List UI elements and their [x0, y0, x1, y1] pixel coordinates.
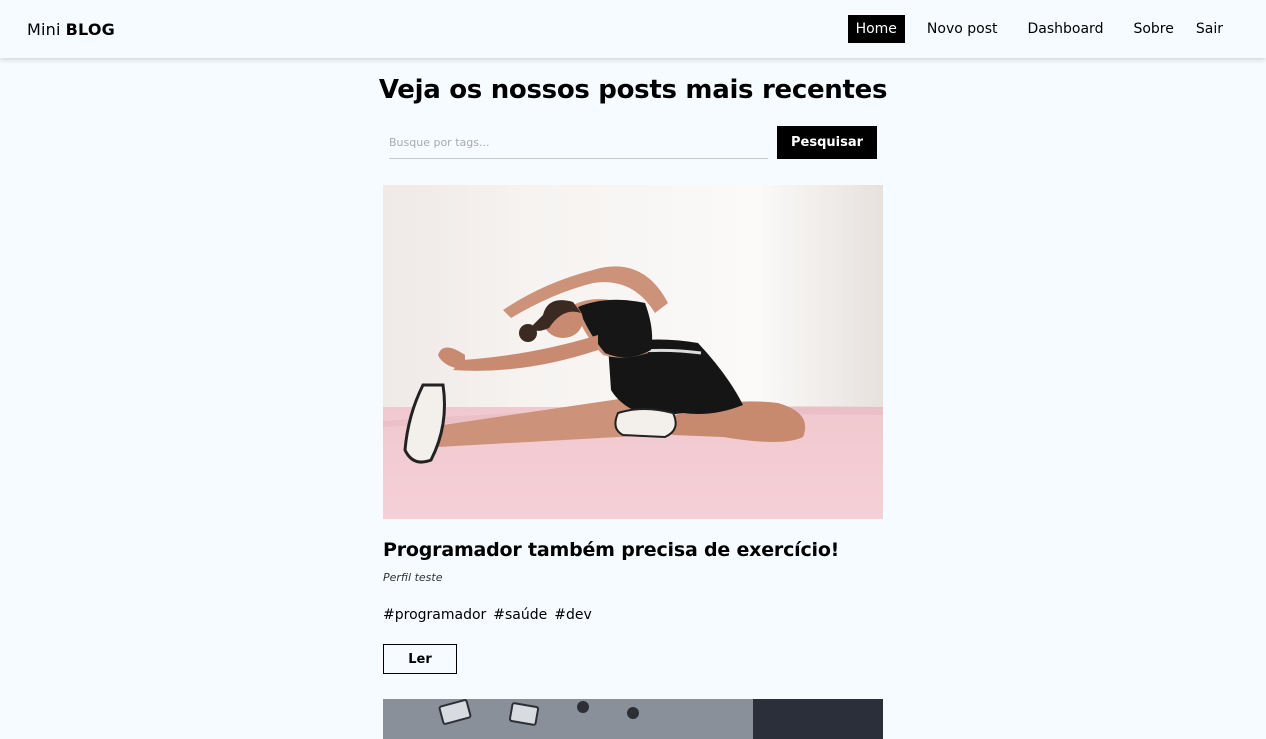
- post-image: [383, 185, 883, 519]
- search-form: Pesquisar: [389, 126, 877, 160]
- post-tag: #dev: [554, 607, 592, 623]
- brand-light-text: Mini: [27, 19, 61, 39]
- post-tag: #saúde: [493, 607, 548, 623]
- brand-logo[interactable]: Mini BLOG: [27, 20, 115, 39]
- logout-button[interactable]: Sair: [1196, 15, 1223, 43]
- page-title: Veja os nossos posts mais recentes: [378, 75, 888, 105]
- post-tags: #programador #saúde #dev: [383, 607, 883, 623]
- post-tag: #programador: [383, 607, 487, 623]
- post-card: Programador também precisa de exercício!…: [383, 185, 883, 674]
- nav-link-about[interactable]: Sobre: [1125, 15, 1181, 43]
- nav-link-home[interactable]: Home: [847, 15, 905, 43]
- post-author: Perfil teste: [383, 571, 443, 584]
- brand-bold-text: BLOG: [65, 19, 115, 39]
- nav-link-new-post[interactable]: Novo post: [919, 15, 1006, 43]
- home-main: Veja os nossos posts mais recentes Pesqu…: [379, 58, 887, 739]
- navbar: Mini BLOG Home Novo post Dashboard Sobre …: [0, 0, 1266, 58]
- nav-links: Home Novo post Dashboard Sobre Sair: [834, 0, 1223, 58]
- search-input[interactable]: [389, 126, 768, 159]
- next-post-image: [383, 699, 883, 739]
- search-button[interactable]: Pesquisar: [777, 126, 877, 159]
- post-title[interactable]: Programador também precisa de exercício!: [383, 539, 883, 561]
- nav-link-dashboard[interactable]: Dashboard: [1020, 15, 1112, 43]
- read-post-button[interactable]: Ler: [383, 644, 457, 674]
